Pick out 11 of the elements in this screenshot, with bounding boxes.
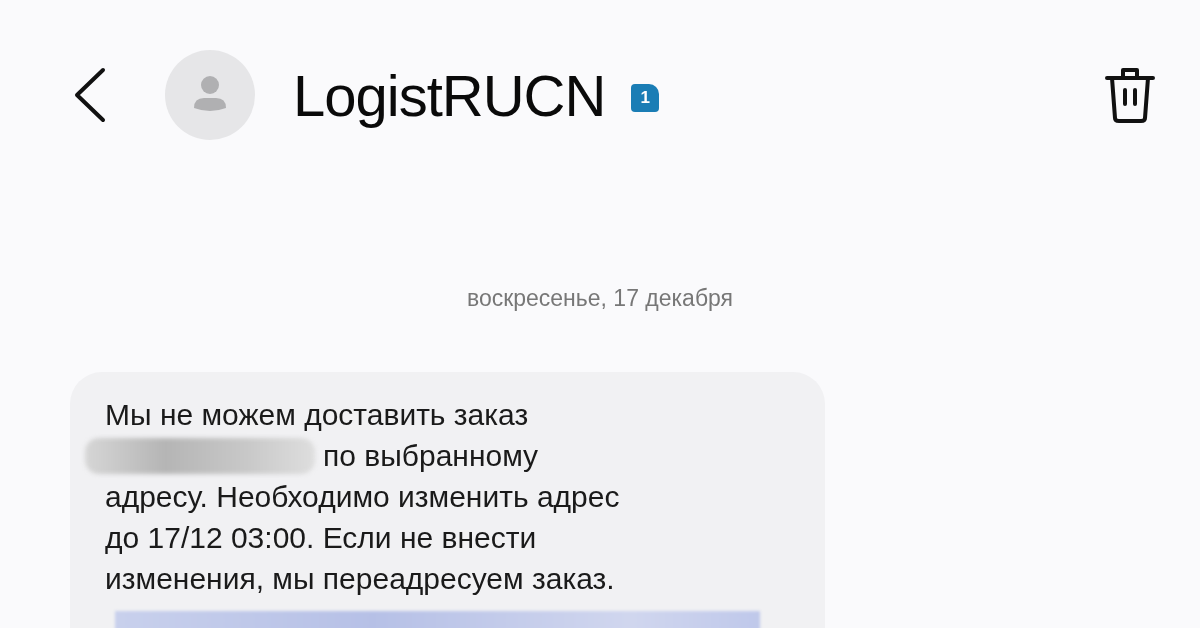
sim-badge: 1 <box>631 84 660 112</box>
contact-name: LogistRUCN <box>293 61 606 129</box>
date-divider: воскресенье, 17 декабря <box>465 285 735 312</box>
trash-icon[interactable] <box>1105 66 1155 124</box>
message-text: Мы не можем доставить заказ <box>105 397 529 433</box>
back-icon[interactable] <box>73 67 107 123</box>
message-text: до 17/12 03:00. Если не внести <box>105 520 537 556</box>
avatar-icon <box>165 50 255 140</box>
message-text: адресу. Необходимо изменить адрес <box>105 479 620 515</box>
message-text: изменения, мы переадресуем заказ. <box>105 561 615 597</box>
message-text: по выбранному <box>323 438 539 474</box>
